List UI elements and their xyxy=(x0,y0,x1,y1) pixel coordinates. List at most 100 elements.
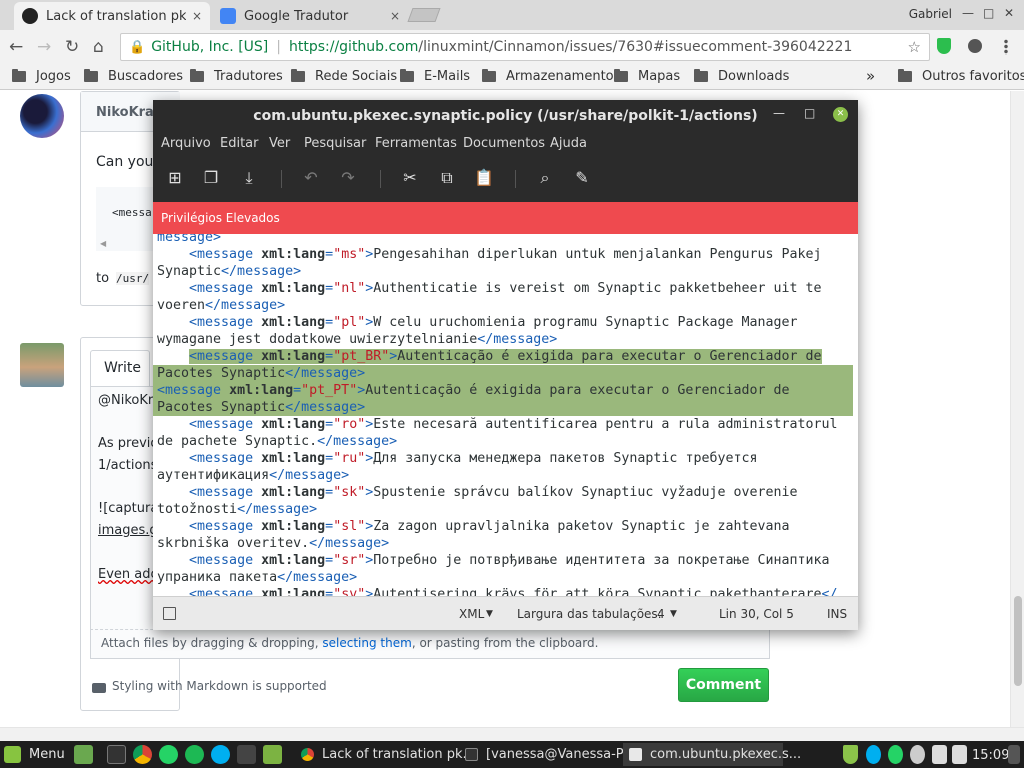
bookmarks-overflow-button[interactable]: » xyxy=(866,67,875,85)
show-desktop-icon[interactable] xyxy=(74,745,93,764)
code-scroll-left-icon[interactable]: ◀ xyxy=(100,239,106,248)
attach-link[interactable]: selecting them xyxy=(322,636,411,650)
chrome-icon[interactable] xyxy=(133,745,152,764)
page-scrollbar[interactable] xyxy=(1010,91,1024,727)
text-editor-icon xyxy=(629,748,642,761)
horizontal-scrollbar[interactable] xyxy=(0,727,1024,741)
forward-icon[interactable]: → xyxy=(37,37,51,57)
files-icon[interactable] xyxy=(263,745,282,764)
tab-width-value[interactable]: 4 xyxy=(657,607,665,621)
skype-icon[interactable] xyxy=(211,745,230,764)
spotify-icon[interactable] xyxy=(185,745,204,764)
bookmark-folder[interactable]: Buscadores xyxy=(84,69,183,84)
tab-title: Lack of translation pkexec xyxy=(46,8,186,24)
close-icon[interactable]: ✕ xyxy=(833,107,848,122)
bookmark-folder[interactable]: E-Mails xyxy=(400,69,470,84)
desktop-corner[interactable] xyxy=(1008,745,1020,764)
editor-toolbar: ⊞ ❐ ⤓ ↶ ↷ ✂ ⧉ 📋 ⌕ ✎ xyxy=(153,158,858,198)
chrome-menu-icon[interactable] xyxy=(1004,39,1008,55)
text-editor[interactable]: message> <message xml:lang="ms">Pengesah… xyxy=(153,234,858,596)
whatsapp-icon[interactable] xyxy=(159,745,178,764)
language-selector[interactable]: XML xyxy=(459,607,484,621)
menu-arquivo[interactable]: Arquivo xyxy=(161,136,211,151)
taskbar-window-terminal[interactable]: [vanessa@Vanessa-P... xyxy=(459,743,634,766)
taskbar-window-gedit[interactable]: com.ubuntu.pkexec.s... xyxy=(623,743,801,766)
maximize-icon[interactable]: □ xyxy=(804,106,815,120)
close-icon[interactable]: ✕ xyxy=(1004,6,1014,20)
window-title: com.ubuntu.pkexec.synaptic.policy (/usr/… xyxy=(253,108,758,124)
menu-ajuda[interactable]: Ajuda xyxy=(550,136,587,151)
menu-pesquisar[interactable]: Pesquisar xyxy=(304,136,366,151)
minimize-icon[interactable]: — xyxy=(773,106,785,120)
update-tray-icon[interactable] xyxy=(910,745,925,764)
tab-close-icon[interactable]: × xyxy=(390,9,400,23)
scrollbar-thumb[interactable] xyxy=(1014,596,1022,686)
code-line: <message xml:lang="nl">Authenticatie is … xyxy=(189,281,822,296)
menu-editar[interactable]: Editar xyxy=(220,136,259,151)
maximize-icon[interactable]: □ xyxy=(983,6,994,20)
menu-button[interactable]: Menu xyxy=(4,744,65,765)
bookmark-folder[interactable]: Jogos xyxy=(12,69,71,84)
bookmarks-bar: Jogos Buscadores Tradutores Rede Sociais… xyxy=(0,64,1024,90)
bookmark-folder[interactable]: Downloads xyxy=(694,69,789,84)
bookmark-folder[interactable]: Mapas xyxy=(614,69,680,84)
undo-icon[interactable]: ↶ xyxy=(301,168,321,188)
shield-tray-icon[interactable] xyxy=(843,745,858,764)
code-line: <message xml:lang="ru">Для запуска менед… xyxy=(189,451,758,466)
bookmark-folder[interactable]: Armazenamento xyxy=(482,69,614,84)
markdown-note[interactable]: Styling with Markdown is supported xyxy=(112,679,327,693)
extension-icon[interactable] xyxy=(968,39,982,53)
new-tab-button[interactable] xyxy=(407,8,441,22)
bookmark-folder[interactable]: Rede Sociais xyxy=(291,69,397,84)
menu-ferramentas[interactable]: Ferramentas xyxy=(375,136,457,151)
redo-icon[interactable]: ↷ xyxy=(338,168,358,188)
tab-title: Google Tradutor xyxy=(244,8,349,24)
search-icon[interactable]: ⌕ xyxy=(535,168,555,188)
back-icon[interactable]: ← xyxy=(9,37,23,57)
copy-icon[interactable]: ⧉ xyxy=(437,168,457,188)
menu-ver[interactable]: Ver xyxy=(269,136,290,151)
home-icon[interactable]: ⌂ xyxy=(93,37,104,57)
attach-files-bar[interactable]: Attach files by dragging & dropping, sel… xyxy=(90,629,770,659)
folder-icon xyxy=(84,69,98,82)
avatar[interactable] xyxy=(20,94,64,138)
address-bar[interactable]: 🔒 GitHub, Inc. [US] | https://github.com… xyxy=(120,33,930,61)
tab-width-label[interactable]: Largura das tabulações: xyxy=(517,607,662,621)
tab-google-translate[interactable]: Google Tradutor × xyxy=(212,2,408,30)
menu-documentos[interactable]: Documentos xyxy=(463,136,545,151)
terminal-icon[interactable] xyxy=(107,745,126,764)
minimize-icon[interactable]: — xyxy=(962,6,974,20)
profile-name[interactable]: Gabriel xyxy=(909,7,952,21)
shield-extension-icon[interactable] xyxy=(937,38,951,54)
code-line: <message xml:lang="ms">Pengesahihan dipe… xyxy=(189,247,822,262)
other-bookmarks-folder[interactable]: Outros favoritos xyxy=(898,69,1024,84)
paste-icon[interactable]: 📋 xyxy=(474,168,494,188)
textarea-line: As previo xyxy=(98,436,159,451)
insert-mode[interactable]: INS xyxy=(827,607,847,621)
network-tray-icon[interactable] xyxy=(932,745,947,764)
bookmark-star-icon[interactable]: ☆ xyxy=(908,38,921,56)
open-document-icon[interactable]: ❐ xyxy=(201,168,221,188)
tab-close-icon[interactable]: × xyxy=(192,9,202,23)
whatsapp-tray-icon[interactable] xyxy=(888,745,903,764)
code-line: Pacotes Synaptic</message> xyxy=(153,399,853,416)
markdown-icon xyxy=(92,683,106,693)
cut-icon[interactable]: ✂ xyxy=(400,168,420,188)
new-document-icon[interactable]: ⊞ xyxy=(165,168,185,188)
lock-icon: 🔒 xyxy=(129,39,146,55)
tab-github-issue[interactable]: Lack of translation pkexec × xyxy=(14,2,210,30)
bookmark-folder[interactable]: Tradutores xyxy=(190,69,283,84)
reload-icon[interactable]: ↻ xyxy=(65,37,79,57)
avatar[interactable] xyxy=(20,343,64,387)
folder-icon xyxy=(614,69,628,82)
media-player-icon[interactable] xyxy=(237,745,256,764)
skype-tray-icon[interactable] xyxy=(866,745,881,764)
taskbar-window-chrome[interactable]: Lack of translation pk... xyxy=(295,743,475,766)
comment-button[interactable]: Comment xyxy=(678,668,769,702)
volume-icon[interactable] xyxy=(952,745,967,764)
clock[interactable]: 15:09 xyxy=(972,745,1009,766)
save-icon[interactable]: ⤓ xyxy=(239,168,259,188)
site-identity[interactable]: GitHub, Inc. [US] xyxy=(151,39,268,55)
side-panel-icon[interactable] xyxy=(163,607,176,620)
find-replace-icon[interactable]: ✎ xyxy=(572,168,592,188)
